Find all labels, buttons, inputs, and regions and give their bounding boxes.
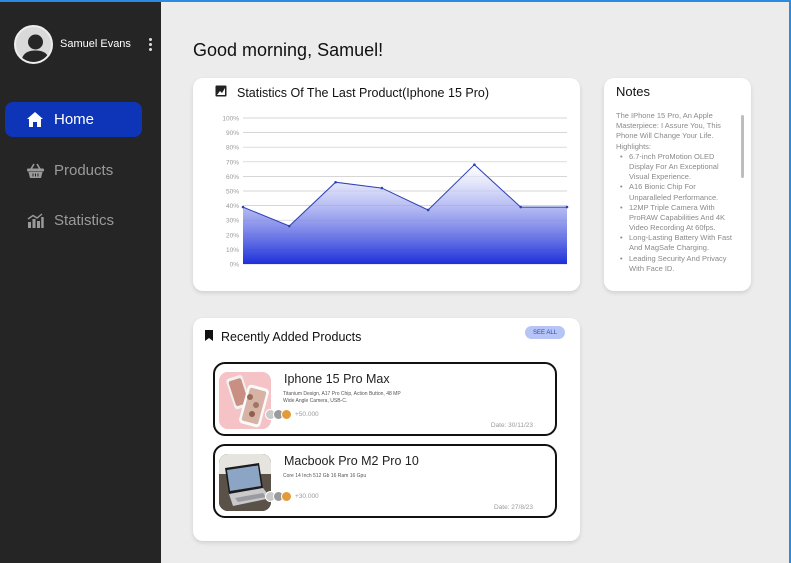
nav-item-products[interactable]: Products: [5, 153, 142, 188]
chart-point: [380, 186, 384, 190]
notes-intro: The IPhone 15 Pro, An Apple Masterpiece:…: [616, 111, 721, 151]
notes-item: Leading Security And Privacy With Face I…: [620, 254, 736, 274]
sidebar: Samuel Evans Home Products Statistics: [0, 2, 161, 563]
product-name: Iphone 15 Pro Max: [284, 372, 390, 386]
product-date: Date: 27/8/23: [493, 504, 533, 511]
bar-chart-icon: [25, 211, 45, 231]
bookmark-icon: [205, 330, 213, 344]
notes-card: Notes The IPhone 15 Pro, An Apple Master…: [604, 78, 751, 291]
y-tick-label: 20%: [226, 232, 239, 239]
y-tick-label: 100%: [222, 116, 239, 123]
y-tick-label: 70%: [226, 159, 239, 166]
chart-area-fill: [243, 164, 567, 264]
y-tick-label: 10%: [226, 247, 239, 254]
notes-item: 6.7-inch ProMotion OLED Display For An E…: [620, 152, 736, 183]
y-tick-label: 40%: [226, 203, 239, 210]
viewer-avatars: +50.000: [265, 409, 319, 420]
user-name: Samuel Evans: [60, 38, 131, 50]
y-tick-label: 90%: [226, 130, 239, 137]
more-options-icon[interactable]: [146, 37, 154, 51]
nav-item-label: Statistics: [54, 212, 115, 229]
chart-point: [519, 205, 523, 209]
y-tick-label: 60%: [226, 174, 239, 181]
notes-body: The IPhone 15 Pro, An Apple Masterpiece:…: [616, 111, 736, 274]
greeting: Good morning, Samuel!: [193, 40, 384, 60]
user-silhouette-icon: [21, 34, 50, 62]
product-name: Macbook Pro M2 Pro 10: [284, 454, 419, 468]
notes-item: A16 Bionic Chip For Unparalleled Perform…: [620, 182, 736, 202]
nav-item-statistics[interactable]: Statistics: [5, 203, 142, 238]
notes-item: Long-Lasting Battery With Fast And MagSa…: [620, 233, 736, 253]
product-date: Date: 30/11/23: [490, 422, 533, 429]
nav-item-label: Products: [54, 162, 114, 179]
basket-icon: [25, 161, 45, 181]
product-description: Titanium Design, A17 Pro Chip, Action Bu…: [283, 391, 401, 404]
viewer-avatars: +30.000: [265, 491, 319, 502]
notes-title: Notes: [616, 84, 650, 99]
statistics-card: Statistics Of The Last Product(Iphone 15…: [193, 78, 580, 291]
view-count: +50.000: [295, 411, 319, 418]
notes-scrollbar[interactable]: [741, 115, 744, 178]
avatar[interactable]: [14, 24, 53, 64]
recent-products-card: Recently Added Products SEE ALL Iphone 1…: [193, 318, 580, 541]
product-card[interactable]: Macbook Pro M2 Pro 10 Core 14 Inch 512 G…: [213, 444, 557, 518]
home-icon: [25, 110, 45, 130]
view-count: +30.000: [295, 493, 319, 500]
chart-point: [565, 205, 569, 209]
nav-item-label: Home: [54, 111, 95, 128]
nav-item-home[interactable]: Home: [5, 102, 142, 137]
y-tick-label: 80%: [226, 145, 239, 152]
chart-point: [426, 208, 430, 212]
y-tick-label: 30%: [226, 218, 239, 225]
recent-products-title: Recently Added Products: [205, 330, 361, 344]
chart-point: [473, 163, 476, 167]
chart-point: [287, 224, 291, 228]
chart-point: [334, 180, 337, 184]
product-description: Core 14 Inch 512 Gb 16 Ram 16 Gpu: [283, 473, 367, 479]
avatar: [281, 491, 292, 502]
y-tick-label: 0%: [230, 262, 240, 269]
notes-item: 12MP Triple Camera With ProRAW Capabilit…: [620, 203, 736, 234]
macbook-product-image: [219, 454, 271, 511]
see-all-button[interactable]: SEE ALL: [525, 326, 565, 339]
recent-products-title-text: Recently Added Products: [221, 330, 362, 344]
user-profile[interactable]: Samuel Evans: [14, 24, 154, 64]
iphone-product-image: [219, 372, 271, 429]
notes-list: 6.7-inch ProMotion OLED Display For An E…: [620, 152, 736, 274]
avatar: [281, 409, 292, 420]
product-card[interactable]: Iphone 15 Pro Max Titanium Design, A17 P…: [213, 362, 557, 436]
chart-point: [241, 205, 245, 209]
y-tick-label: 50%: [226, 189, 239, 196]
statistics-chart: 0% 10% 20% 30% 40% 50% 60% 70% 80% 90% 100%: [222, 116, 569, 269]
